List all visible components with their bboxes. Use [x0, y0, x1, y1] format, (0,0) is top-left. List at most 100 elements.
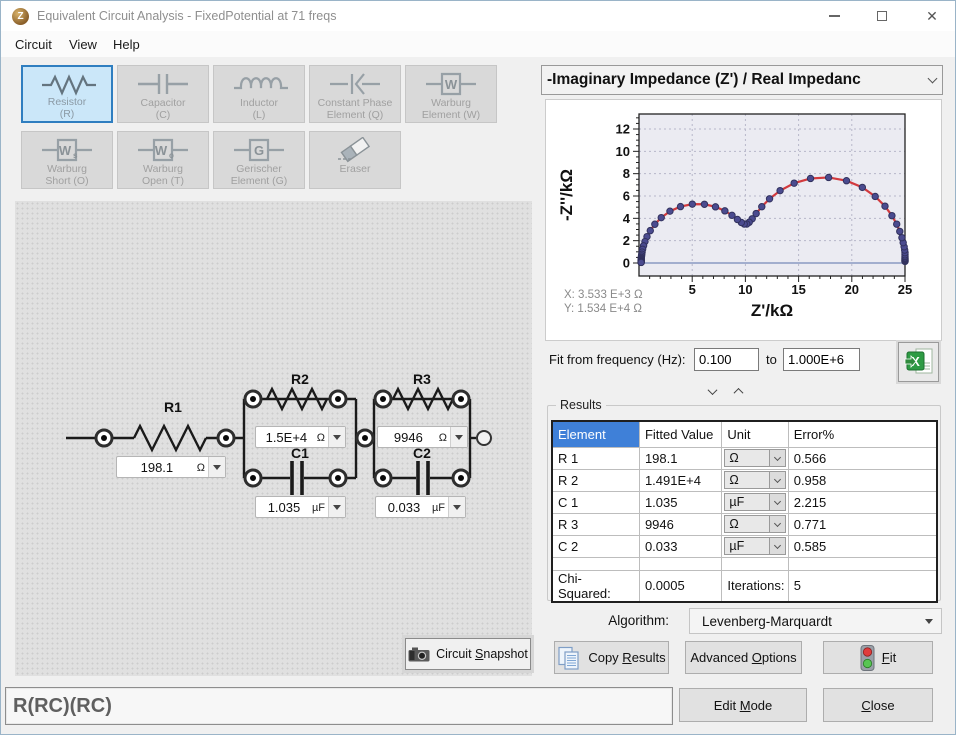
menu-view[interactable]: View	[63, 35, 103, 54]
warburg-short-icon: W s	[38, 137, 96, 163]
svg-text:-Z''/kΩ: -Z''/kΩ	[557, 169, 576, 221]
value-r2-dropdown[interactable]	[328, 427, 345, 447]
svg-text:20: 20	[845, 282, 859, 297]
value-c2-dropdown[interactable]	[448, 497, 465, 517]
unit-combo[interactable]: µF	[724, 537, 785, 555]
tool-capacitor[interactable]: Capacitor(C)	[117, 65, 209, 123]
maximize-button[interactable]	[859, 1, 905, 31]
unit-combo[interactable]: Ω	[724, 515, 785, 533]
fit-button[interactable]: Fit	[823, 641, 933, 674]
export-excel-button[interactable]: X	[898, 342, 939, 382]
resistor-r3-symbol	[393, 389, 453, 409]
tool-warburg-short[interactable]: W s WarburgShort (O)	[21, 131, 113, 189]
value-r2[interactable]: 1.5E+4 Ω	[255, 426, 346, 448]
circuit-canvas[interactable]: R1 R2 C1 R3 C2 198.1 Ω 1.5E+4 Ω 1.035 µF…	[15, 201, 532, 676]
chevron-down-icon	[774, 475, 781, 482]
iterations-label: Iterations:	[722, 570, 788, 602]
collapse-up-button[interactable]	[727, 385, 749, 398]
inductor-icon	[230, 71, 288, 97]
svg-text:W: W	[59, 143, 72, 158]
results-footer-row: Chi-Squared: 0.0005 Iterations: 5	[552, 570, 937, 602]
traffic-light-icon	[860, 645, 875, 671]
chevron-down-icon	[213, 465, 221, 470]
menu-help[interactable]: Help	[107, 35, 146, 54]
value-c1[interactable]: 1.035 µF	[255, 496, 346, 518]
fit-range-label: Fit from frequency (Hz):	[549, 352, 686, 367]
unit-combo[interactable]: µF	[724, 493, 785, 511]
value-c1-dropdown[interactable]	[328, 497, 345, 517]
excel-icon: X	[904, 347, 934, 377]
chevron-down-icon	[455, 435, 463, 440]
value-r1-dropdown[interactable]	[208, 457, 225, 477]
collapse-down-button[interactable]	[701, 385, 723, 398]
svg-text:12: 12	[616, 121, 630, 136]
col-fitted-value[interactable]: Fitted Value	[639, 421, 721, 447]
close-window-button[interactable]: ✕	[909, 1, 955, 31]
tool-inductor[interactable]: Inductor(L)	[213, 65, 305, 123]
table-row-empty[interactable]	[552, 557, 937, 570]
tool-eraser[interactable]: Eraser	[309, 131, 401, 189]
chevron-down-icon	[333, 505, 341, 510]
results-group-label: Results	[556, 398, 606, 412]
minimize-button[interactable]	[811, 1, 857, 31]
table-row[interactable]: C 20.033 µF 0.585	[552, 535, 937, 557]
svg-text:10: 10	[738, 282, 752, 297]
chevron-down-icon	[774, 453, 781, 460]
svg-text:15: 15	[791, 282, 805, 297]
edit-mode-button[interactable]: Edit Mode	[679, 688, 807, 722]
unit-combo[interactable]: Ω	[724, 449, 785, 467]
svg-text:s: s	[73, 151, 78, 160]
tool-resistor[interactable]: Resistor(R)	[21, 65, 113, 123]
svg-text:W: W	[445, 77, 458, 92]
svg-text:W: W	[155, 143, 168, 158]
chevron-down-icon	[774, 497, 781, 504]
col-unit[interactable]: Unit	[722, 421, 788, 447]
value-r3-dropdown[interactable]	[450, 427, 467, 447]
table-row[interactable]: R 1198.1 Ω 0.566	[552, 447, 937, 469]
fit-to-input[interactable]	[783, 348, 860, 371]
tool-warburg-element[interactable]: W WarburgElement (W)	[405, 65, 497, 123]
chevron-up-icon	[733, 388, 743, 398]
chevron-down-icon	[453, 505, 461, 510]
svg-text:25: 25	[898, 282, 912, 297]
value-r3[interactable]: 9946 Ω	[377, 426, 468, 448]
copy-results-button[interactable]: Copy Results	[554, 641, 669, 674]
resistor-r1-symbol	[134, 426, 206, 450]
results-group: Results Element Fitted Value Unit Error%…	[547, 405, 941, 601]
app-window: Z Equivalent Circuit Analysis - FixedPot…	[0, 0, 956, 735]
capacitor-icon	[134, 71, 192, 97]
close-button[interactable]: Close	[823, 688, 933, 722]
svg-text:10: 10	[616, 144, 630, 159]
circuit-formula[interactable]: R(RC)(RC)	[5, 687, 673, 725]
algorithm-label: Algorithm:	[541, 613, 669, 628]
toolbar-row-2: W s WarburgShort (O) W o WarburgOpen (T)…	[21, 131, 401, 189]
col-error[interactable]: Error%	[788, 421, 937, 447]
warburg-icon: W	[422, 71, 480, 97]
tool-constant-phase-element[interactable]: Constant PhaseElement (Q)	[309, 65, 401, 123]
value-c2[interactable]: 0.033 µF	[375, 496, 466, 518]
col-element[interactable]: Element	[552, 421, 639, 447]
svg-text:4: 4	[623, 211, 631, 226]
menu-circuit[interactable]: Circuit	[9, 35, 58, 54]
advanced-options-button[interactable]: Advanced Options	[685, 641, 802, 674]
resistor-r2-symbol	[267, 389, 327, 409]
table-row[interactable]: R 21.491E+4 Ω 0.958	[552, 469, 937, 491]
gerischer-icon: G	[230, 137, 288, 163]
table-row[interactable]: C 11.035 µF 2.215	[552, 491, 937, 513]
tool-gerischer-element[interactable]: G GerischerElement (G)	[213, 131, 305, 189]
minimize-icon	[829, 15, 840, 17]
plot-type-select[interactable]: -Imaginary Impedance (Z') / Real Impedan…	[541, 65, 943, 95]
tool-warburg-open[interactable]: W o WarburgOpen (T)	[117, 131, 209, 189]
resistor-icon	[38, 72, 96, 96]
circuit-snapshot-button[interactable]: Circuit Snapshot	[405, 638, 531, 670]
cursor-readout: X: 3.533 E+3 Ω Y: 1.534 E+4 Ω	[564, 288, 643, 316]
table-row[interactable]: R 39946 Ω 0.771	[552, 513, 937, 535]
algorithm-select[interactable]: Levenberg-Marquardt	[689, 608, 942, 634]
eraser-icon	[326, 137, 384, 163]
fit-to-label: to	[766, 352, 777, 367]
value-r1[interactable]: 198.1 Ω	[116, 456, 226, 478]
fit-from-input[interactable]	[694, 348, 759, 371]
impedance-chart[interactable]: 510152025024681012Z'/kΩ-Z''/kΩ X: 3.533 …	[545, 99, 942, 341]
unit-combo[interactable]: Ω	[724, 471, 785, 489]
chi-squared-value: 0.0005	[639, 570, 721, 602]
